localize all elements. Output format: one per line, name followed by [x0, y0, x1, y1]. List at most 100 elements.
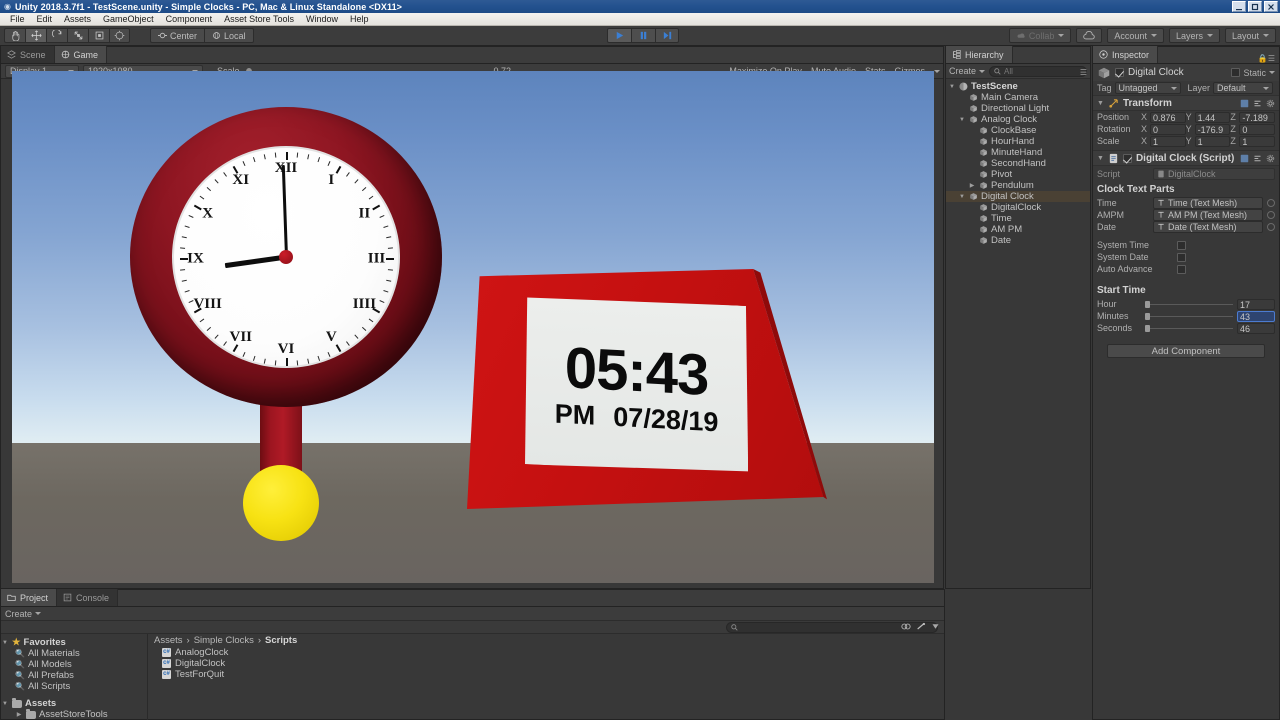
menu-file[interactable]: File: [4, 14, 31, 24]
favorites-root[interactable]: ▼ ★ Favorites: [1, 637, 147, 648]
favorite-all-prefabs[interactable]: 🔍 All Prefabs: [1, 670, 147, 681]
breadcrumb-assets[interactable]: Assets: [154, 635, 183, 646]
slider-track[interactable]: [1145, 324, 1233, 332]
scale-y-input[interactable]: 1: [1194, 135, 1231, 147]
chevron-down-icon[interactable]: ▼: [958, 194, 966, 200]
step-button[interactable]: [655, 28, 679, 43]
object-picker-icon[interactable]: [1267, 211, 1275, 219]
asset-folder-assetstoretools[interactable]: ▶ AssetStoreTools: [1, 708, 147, 720]
space-toggle[interactable]: Local: [204, 28, 254, 43]
hierarchy-item-directional-light[interactable]: Directional Light: [946, 103, 1090, 114]
menu-gameobject[interactable]: GameObject: [97, 14, 160, 24]
object-picker-icon[interactable]: [1267, 223, 1275, 231]
rotation-z-input[interactable]: 0: [1239, 123, 1276, 135]
scale-x-input[interactable]: 1: [1150, 135, 1186, 147]
tag-dropdown[interactable]: Untagged: [1114, 82, 1181, 94]
add-component-button[interactable]: Add Component: [1107, 344, 1265, 358]
text-part-object-field[interactable]: AM PM (Text Mesh): [1153, 209, 1263, 221]
script-enabled-checkbox[interactable]: [1122, 153, 1132, 163]
hierarchy-item-digital-clock[interactable]: ▼ Digital Clock: [946, 191, 1090, 202]
scale-z-input[interactable]: 1: [1239, 135, 1276, 147]
slider-value-input[interactable]: 46: [1237, 322, 1275, 334]
layer-dropdown[interactable]: Default: [1213, 82, 1274, 94]
hierarchy-item-digitalclock[interactable]: DigitalClock: [946, 202, 1090, 213]
hierarchy-item-pivot[interactable]: Pivot: [946, 169, 1090, 180]
hierarchy-search-input[interactable]: All: [989, 65, 1087, 77]
menu-window[interactable]: Window: [300, 14, 344, 24]
static-toggle[interactable]: Static: [1231, 68, 1275, 78]
minimize-button[interactable]: [1232, 1, 1246, 12]
menu-help[interactable]: Help: [344, 14, 375, 24]
slider-knob[interactable]: [1145, 312, 1150, 320]
transform-component-header[interactable]: ▼ Transform: [1093, 95, 1279, 111]
move-tool-icon[interactable]: [25, 28, 46, 43]
slider-value-input[interactable]: 43: [1237, 310, 1275, 322]
cloud-button[interactable]: [1076, 28, 1103, 43]
chevron-down-icon[interactable]: ▼: [948, 84, 956, 90]
restore-button[interactable]: [1248, 1, 1262, 12]
play-button[interactable]: [607, 28, 631, 43]
favorite-all-scripts[interactable]: 🔍 All Scripts: [1, 681, 147, 692]
hierarchy-item-am-pm[interactable]: AM PM: [946, 224, 1090, 235]
slider-knob[interactable]: [1145, 324, 1150, 332]
gameobject-name-field[interactable]: Digital Clock: [1128, 67, 1227, 78]
text-part-object-field[interactable]: Time (Text Mesh): [1153, 197, 1263, 209]
inspector-lock-icon[interactable]: 🔒☰: [1258, 54, 1279, 63]
favorite-all-materials[interactable]: 🔍 All Materials: [1, 648, 147, 659]
file-item-testforquit[interactable]: c# TestForQuit: [148, 669, 944, 680]
hierarchy-options-icon[interactable]: ☰: [1080, 68, 1087, 77]
layout-button[interactable]: Layout: [1224, 28, 1276, 43]
menu-asset-store-tools[interactable]: Asset Store Tools: [218, 14, 300, 24]
menu-edit[interactable]: Edit: [31, 14, 59, 24]
game-render-canvas[interactable]: XII I II III IIII V VI VII VIII IX X XI 05:43 PM 07…: [12, 71, 934, 583]
account-button[interactable]: Account: [1107, 28, 1164, 43]
filter-label-icon[interactable]: [931, 622, 940, 631]
slider-value-input[interactable]: 17: [1237, 298, 1275, 310]
filter-favorites-icon[interactable]: [901, 622, 911, 631]
hierarchy-item-main-camera[interactable]: Main Camera: [946, 92, 1090, 103]
transform-tool-icon[interactable]: [109, 28, 130, 43]
file-item-analogclock[interactable]: c# AnalogClock: [148, 647, 944, 658]
favorite-all-models[interactable]: 🔍 All Models: [1, 659, 147, 670]
hierarchy-item-date[interactable]: Date: [946, 235, 1090, 246]
hierarchy-item-testscene[interactable]: ▼ TestScene: [946, 81, 1090, 92]
tab-scene[interactable]: Scene: [1, 46, 55, 63]
tab-hierarchy[interactable]: Hierarchy: [946, 46, 1013, 63]
slider-track[interactable]: [1145, 312, 1233, 320]
file-item-digitalclock[interactable]: c# DigitalClock: [148, 658, 944, 669]
layers-button[interactable]: Layers: [1168, 28, 1220, 43]
tab-project[interactable]: Project: [1, 589, 58, 606]
rotation-y-input[interactable]: -176.9: [1194, 123, 1231, 135]
chevron-down-icon[interactable]: ▼: [958, 117, 966, 123]
rect-tool-icon[interactable]: [88, 28, 109, 43]
position-z-input[interactable]: -7.189: [1239, 111, 1276, 123]
hand-tool-icon[interactable]: [4, 28, 25, 43]
slider-knob[interactable]: [1145, 300, 1150, 308]
hierarchy-item-secondhand[interactable]: SecondHand: [946, 158, 1090, 169]
position-x-input[interactable]: 0.876: [1150, 111, 1186, 123]
tab-game[interactable]: Game: [54, 46, 108, 63]
pause-button[interactable]: [631, 28, 655, 43]
pivot-toggle[interactable]: Center: [150, 28, 205, 43]
toggle-checkbox[interactable]: [1177, 240, 1186, 250]
rotation-x-input[interactable]: 0: [1150, 123, 1186, 135]
hierarchy-item-analog-clock[interactable]: ▼ Analog Clock: [946, 114, 1090, 125]
script-object-field[interactable]: DigitalClock: [1153, 168, 1275, 180]
hierarchy-item-hourhand[interactable]: HourHand: [946, 136, 1090, 147]
breadcrumb-simple-clocks[interactable]: Simple Clocks: [194, 635, 254, 646]
object-picker-icon[interactable]: [1267, 199, 1275, 207]
position-y-input[interactable]: 1.44: [1194, 111, 1231, 123]
toggle-checkbox[interactable]: [1177, 264, 1186, 274]
hierarchy-item-time[interactable]: Time: [946, 213, 1090, 224]
text-part-object-field[interactable]: Date (Text Mesh): [1153, 221, 1263, 233]
menu-assets[interactable]: Assets: [58, 14, 97, 24]
chevron-right-icon[interactable]: ▶: [968, 182, 976, 189]
gameobject-enabled-checkbox[interactable]: [1115, 68, 1124, 77]
toggle-checkbox[interactable]: [1177, 252, 1186, 262]
assets-root[interactable]: ▼ Assets: [1, 697, 147, 709]
tab-inspector[interactable]: Inspector: [1093, 46, 1159, 63]
close-button[interactable]: [1264, 1, 1278, 12]
collab-button[interactable]: Collab: [1008, 28, 1072, 43]
hierarchy-item-minutehand[interactable]: MinuteHand: [946, 147, 1090, 158]
hierarchy-create-button[interactable]: Create: [949, 66, 986, 76]
